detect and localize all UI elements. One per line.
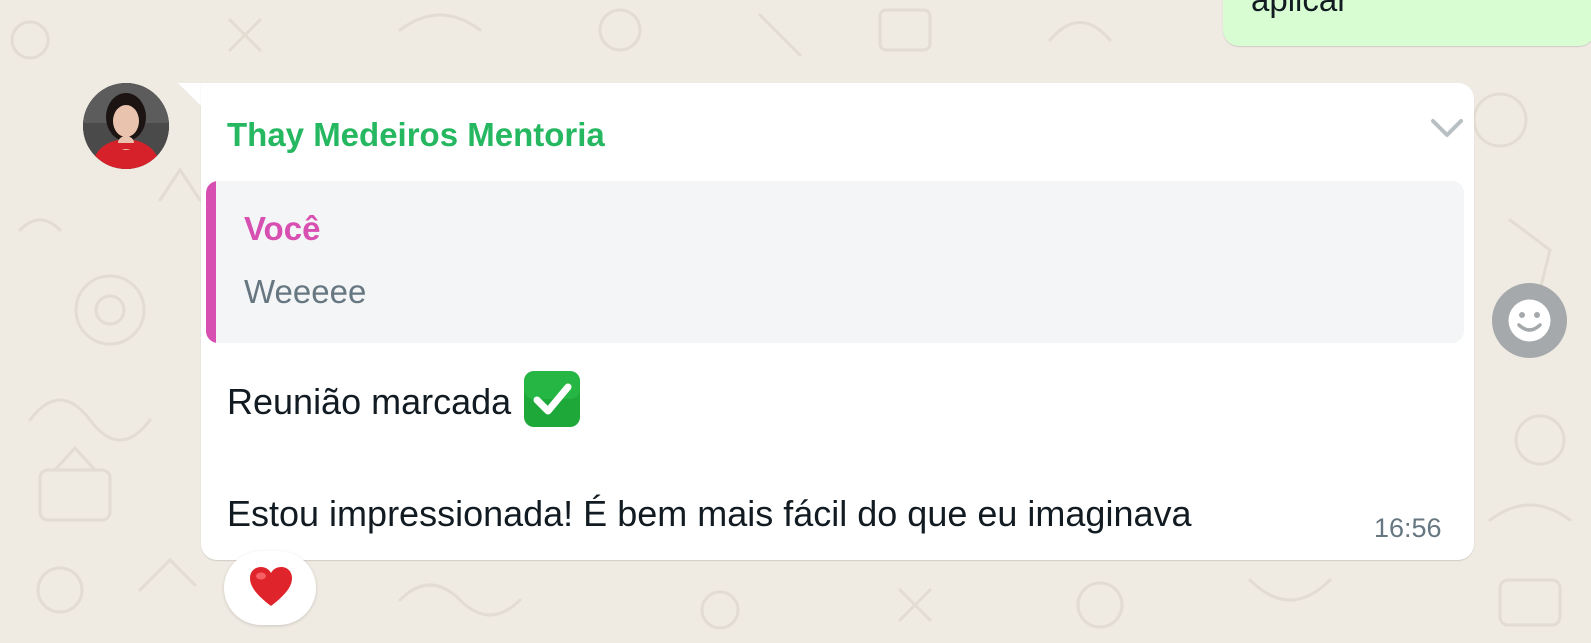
outgoing-message-text: aplicar (1251, 0, 1348, 20)
check-mark-button-icon (524, 371, 581, 427)
quoted-message[interactable]: Você Weeeee (206, 181, 1464, 343)
message-timestamp: 16:56 (1374, 513, 1442, 543)
quote-accent-bar (206, 181, 216, 343)
outgoing-message-bubble[interactable]: aplicar (1223, 0, 1591, 46)
emoji-reaction-button[interactable] (1492, 283, 1567, 358)
incoming-message-bubble[interactable]: Thay Medeiros Mentoria Você Weeeee Reuni… (201, 83, 1474, 560)
sender-name[interactable]: Thay Medeiros Mentoria (227, 115, 605, 155)
quoted-author: Você (244, 210, 321, 247)
chevron-down-icon[interactable] (1427, 113, 1467, 143)
avatar[interactable] (83, 83, 169, 169)
message-text-line2: Estou impressionada! É bem mais fácil do… (227, 493, 1192, 534)
reaction-badge[interactable] (224, 551, 316, 625)
message-line: Reunião marcada (227, 370, 581, 428)
heart-icon (250, 567, 292, 606)
smiley-icon (1508, 299, 1551, 342)
message-text-line1: Reunião marcada (227, 381, 512, 422)
profile-photo (83, 83, 169, 169)
quoted-text: Weeeee (244, 273, 367, 310)
